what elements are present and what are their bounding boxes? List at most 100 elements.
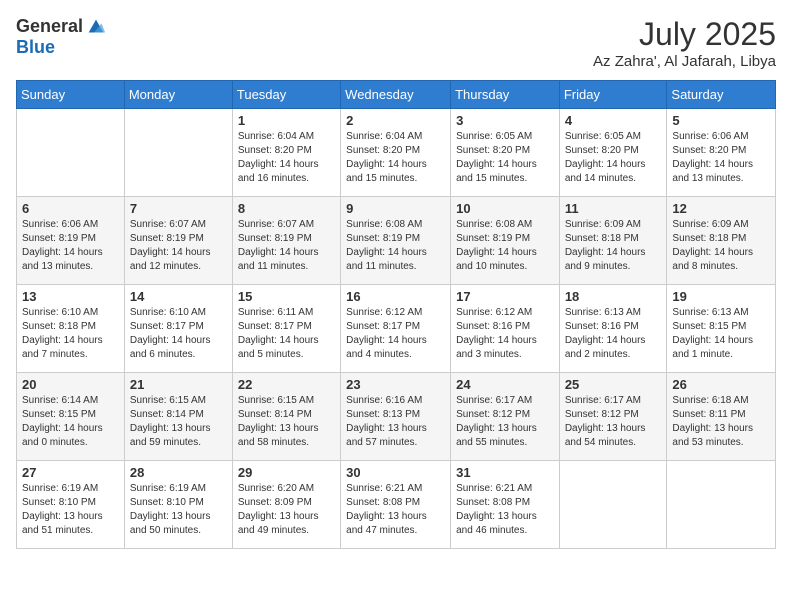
calendar-week-row: 27 Sunrise: 6:19 AM Sunset: 8:10 PM Dayli… xyxy=(17,461,776,549)
calendar-cell: 13 Sunrise: 6:10 AM Sunset: 8:18 PM Dayli… xyxy=(17,285,125,373)
calendar-cell: 5Sunrise: 6:06 AM Sunset: 8:20 PM Daylig… xyxy=(667,109,776,197)
calendar-cell xyxy=(667,461,776,549)
calendar-cell: 11 Sunrise: 6:09 AM Sunset: 8:18 PM Dayli… xyxy=(559,197,667,285)
day-detail: Sunrise: 6:13 AM Sunset: 8:16 PM Dayligh… xyxy=(565,306,662,362)
day-detail: Sunrise: 6:06 AM Sunset: 8:19 PM Dayligh… xyxy=(22,218,119,274)
calendar-table: SundayMondayTuesdayWednesdayThursdayFrid… xyxy=(16,80,776,549)
weekday-header-sunday: Sunday xyxy=(17,81,125,109)
day-detail: Sunrise: 6:21 AM Sunset: 8:08 PM Dayligh… xyxy=(346,482,445,538)
day-number: 10 xyxy=(456,201,554,216)
title-section: July 2025 Az Zahra', Al Jafarah, Libya xyxy=(593,16,776,70)
weekday-header-friday: Friday xyxy=(559,81,667,109)
page-header: General Blue July 2025 Az Zahra', Al Jaf… xyxy=(16,16,776,70)
day-detail: Sunrise: 6:16 AM Sunset: 8:13 PM Dayligh… xyxy=(346,394,445,450)
calendar-cell: 22Sunrise: 6:15 AM Sunset: 8:14 PM Dayli… xyxy=(232,373,340,461)
day-number: 6 xyxy=(22,201,119,216)
weekday-header-tuesday: Tuesday xyxy=(232,81,340,109)
calendar-cell: 31 Sunrise: 6:21 AM Sunset: 8:08 PM Dayli… xyxy=(451,461,560,549)
calendar-cell xyxy=(17,109,125,197)
calendar-cell xyxy=(559,461,667,549)
day-detail: Sunrise: 6:17 AM Sunset: 8:12 PM Dayligh… xyxy=(565,394,662,450)
logo-icon xyxy=(85,16,107,38)
day-detail: Sunrise: 6:04 AM Sunset: 8:20 PM Dayligh… xyxy=(346,130,445,186)
day-number: 25 xyxy=(565,377,662,392)
day-detail: Sunrise: 6:15 AM Sunset: 8:14 PM Dayligh… xyxy=(130,394,227,450)
logo: General Blue xyxy=(16,16,107,58)
calendar-cell: 17 Sunrise: 6:12 AM Sunset: 8:16 PM Dayli… xyxy=(451,285,560,373)
day-number: 24 xyxy=(456,377,554,392)
day-detail: Sunrise: 6:15 AM Sunset: 8:14 PM Dayligh… xyxy=(238,394,335,450)
calendar-cell: 23 Sunrise: 6:16 AM Sunset: 8:13 PM Dayli… xyxy=(341,373,451,461)
day-number: 23 xyxy=(346,377,445,392)
calendar-cell: 12Sunrise: 6:09 AM Sunset: 8:18 PM Dayli… xyxy=(667,197,776,285)
day-detail: Sunrise: 6:13 AM Sunset: 8:15 PM Dayligh… xyxy=(672,306,770,362)
day-number: 28 xyxy=(130,465,227,480)
calendar-cell: 4 Sunrise: 6:05 AM Sunset: 8:20 PM Daylig… xyxy=(559,109,667,197)
calendar-week-row: 6 Sunrise: 6:06 AM Sunset: 8:19 PM Daylig… xyxy=(17,197,776,285)
day-number: 16 xyxy=(346,289,445,304)
day-number: 27 xyxy=(22,465,119,480)
day-detail: Sunrise: 6:17 AM Sunset: 8:12 PM Dayligh… xyxy=(456,394,554,450)
day-number: 20 xyxy=(22,377,119,392)
day-number: 29 xyxy=(238,465,335,480)
calendar-cell: 19Sunrise: 6:13 AM Sunset: 8:15 PM Dayli… xyxy=(667,285,776,373)
day-detail: Sunrise: 6:12 AM Sunset: 8:17 PM Dayligh… xyxy=(346,306,445,362)
calendar-cell: 20 Sunrise: 6:14 AM Sunset: 8:15 PM Dayli… xyxy=(17,373,125,461)
calendar-cell: 15 Sunrise: 6:11 AM Sunset: 8:17 PM Dayli… xyxy=(232,285,340,373)
day-detail: Sunrise: 6:18 AM Sunset: 8:11 PM Dayligh… xyxy=(672,394,770,450)
day-detail: Sunrise: 6:10 AM Sunset: 8:18 PM Dayligh… xyxy=(22,306,119,362)
day-number: 2 xyxy=(346,113,445,128)
day-detail: Sunrise: 6:14 AM Sunset: 8:15 PM Dayligh… xyxy=(22,394,119,450)
day-detail: Sunrise: 6:08 AM Sunset: 8:19 PM Dayligh… xyxy=(456,218,554,274)
calendar-cell xyxy=(124,109,232,197)
day-detail: Sunrise: 6:12 AM Sunset: 8:16 PM Dayligh… xyxy=(456,306,554,362)
day-number: 13 xyxy=(22,289,119,304)
day-detail: Sunrise: 6:11 AM Sunset: 8:17 PM Dayligh… xyxy=(238,306,335,362)
day-detail: Sunrise: 6:07 AM Sunset: 8:19 PM Dayligh… xyxy=(238,218,335,274)
calendar-cell: 24 Sunrise: 6:17 AM Sunset: 8:12 PM Dayli… xyxy=(451,373,560,461)
calendar-cell: 26 Sunrise: 6:18 AM Sunset: 8:11 PM Dayli… xyxy=(667,373,776,461)
day-detail: Sunrise: 6:10 AM Sunset: 8:17 PM Dayligh… xyxy=(130,306,227,362)
logo-text: General Blue xyxy=(16,16,107,58)
day-number: 11 xyxy=(565,201,662,216)
calendar-cell: 10 Sunrise: 6:08 AM Sunset: 8:19 PM Dayli… xyxy=(451,197,560,285)
calendar-cell: 25 Sunrise: 6:17 AM Sunset: 8:12 PM Dayli… xyxy=(559,373,667,461)
calendar-cell: 8 Sunrise: 6:07 AM Sunset: 8:19 PM Daylig… xyxy=(232,197,340,285)
day-detail: Sunrise: 6:05 AM Sunset: 8:20 PM Dayligh… xyxy=(456,130,554,186)
calendar-cell: 29Sunrise: 6:20 AM Sunset: 8:09 PM Dayli… xyxy=(232,461,340,549)
day-number: 21 xyxy=(130,377,227,392)
calendar-cell: 27 Sunrise: 6:19 AM Sunset: 8:10 PM Dayli… xyxy=(17,461,125,549)
weekday-header-wednesday: Wednesday xyxy=(341,81,451,109)
calendar-cell: 14 Sunrise: 6:10 AM Sunset: 8:17 PM Dayli… xyxy=(124,285,232,373)
weekday-header-saturday: Saturday xyxy=(667,81,776,109)
day-number: 8 xyxy=(238,201,335,216)
day-number: 12 xyxy=(672,201,770,216)
calendar-week-row: 1Sunrise: 6:04 AM Sunset: 8:20 PM Daylig… xyxy=(17,109,776,197)
day-number: 14 xyxy=(130,289,227,304)
day-number: 31 xyxy=(456,465,554,480)
weekday-header-row: SundayMondayTuesdayWednesdayThursdayFrid… xyxy=(17,81,776,109)
weekday-header-monday: Monday xyxy=(124,81,232,109)
calendar-cell: 3 Sunrise: 6:05 AM Sunset: 8:20 PM Daylig… xyxy=(451,109,560,197)
calendar-cell: 30 Sunrise: 6:21 AM Sunset: 8:08 PM Dayli… xyxy=(341,461,451,549)
day-number: 18 xyxy=(565,289,662,304)
day-detail: Sunrise: 6:19 AM Sunset: 8:10 PM Dayligh… xyxy=(22,482,119,538)
logo-blue: Blue xyxy=(16,38,107,58)
calendar-cell: 6 Sunrise: 6:06 AM Sunset: 8:19 PM Daylig… xyxy=(17,197,125,285)
day-number: 30 xyxy=(346,465,445,480)
weekday-header-thursday: Thursday xyxy=(451,81,560,109)
day-detail: Sunrise: 6:21 AM Sunset: 8:08 PM Dayligh… xyxy=(456,482,554,538)
day-number: 15 xyxy=(238,289,335,304)
calendar-week-row: 13 Sunrise: 6:10 AM Sunset: 8:18 PM Dayli… xyxy=(17,285,776,373)
day-number: 17 xyxy=(456,289,554,304)
calendar-cell: 1Sunrise: 6:04 AM Sunset: 8:20 PM Daylig… xyxy=(232,109,340,197)
day-number: 26 xyxy=(672,377,770,392)
day-detail: Sunrise: 6:09 AM Sunset: 8:18 PM Dayligh… xyxy=(565,218,662,274)
day-number: 4 xyxy=(565,113,662,128)
day-detail: Sunrise: 6:05 AM Sunset: 8:20 PM Dayligh… xyxy=(565,130,662,186)
day-number: 3 xyxy=(456,113,554,128)
calendar-week-row: 20 Sunrise: 6:14 AM Sunset: 8:15 PM Dayli… xyxy=(17,373,776,461)
month-year-title: July 2025 xyxy=(593,16,776,53)
calendar-cell: 18 Sunrise: 6:13 AM Sunset: 8:16 PM Dayli… xyxy=(559,285,667,373)
day-number: 9 xyxy=(346,201,445,216)
